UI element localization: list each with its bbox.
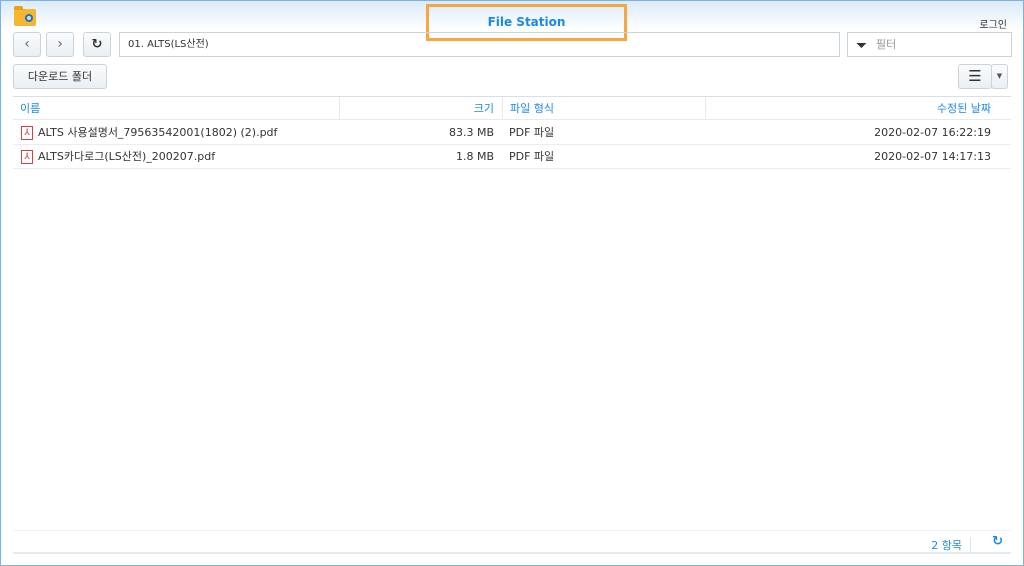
column-modified[interactable]: 수정된 날짜 — [705, 97, 991, 120]
file-station-logo-icon — [14, 6, 36, 26]
login-link[interactable]: 로그인 — [979, 16, 1007, 31]
download-folder-button[interactable]: 다운로드 폴더 — [13, 64, 107, 89]
pdf-file-icon: ⅄ — [21, 150, 33, 164]
file-row[interactable]: ⅄ ALTS카다로그(LS산전)_200207.pdf 1.8 MB PDF 파… — [13, 145, 1011, 169]
view-mode-button[interactable]: ☰ — [958, 64, 992, 89]
path-input[interactable]: 01. ALTS(LS산전) — [119, 32, 840, 57]
chevron-right-icon: › — [57, 36, 63, 52]
column-type[interactable]: 파일 형식 — [502, 97, 705, 120]
column-name[interactable]: 이름 — [20, 97, 40, 120]
file-name: ALTS카다로그(LS산전)_200207.pdf — [38, 150, 216, 163]
file-row[interactable]: ⅄ ALTS 사용설명서_79563542001(1802) (2).pdf 8… — [13, 121, 1011, 145]
file-type: PDF 파일 — [509, 150, 555, 163]
view-mode-dropdown[interactable]: ▼ — [991, 64, 1008, 89]
status-bar: 2 항목 ↻ — [13, 530, 1011, 554]
pdf-file-icon: ⅄ — [21, 126, 33, 140]
refresh-button[interactable]: ↻ — [83, 32, 111, 57]
refresh-icon[interactable]: ↻ — [992, 534, 1003, 549]
file-modified: 2020-02-07 16:22:19 — [874, 126, 991, 139]
filter-input[interactable]: ⏷ 필터 — [847, 32, 1012, 57]
file-size: 83.3 MB — [448, 126, 494, 139]
list-view-icon: ☰ — [968, 67, 982, 85]
column-size[interactable]: 크기 — [339, 97, 502, 120]
filter-placeholder: 필터 — [876, 38, 897, 51]
file-list-header: 이름 크기 파일 형식 수정된 날짜 — [13, 96, 1011, 120]
item-count: 2 항목 — [931, 537, 971, 553]
filter-icon: ⏷ — [856, 38, 868, 54]
forward-button[interactable]: › — [46, 32, 74, 57]
back-button[interactable]: ‹ — [13, 32, 41, 57]
caret-down-icon: ▼ — [996, 72, 1003, 80]
file-type: PDF 파일 — [509, 126, 555, 139]
refresh-icon: ↻ — [91, 37, 103, 52]
file-modified: 2020-02-07 14:17:13 — [874, 150, 991, 163]
file-name: ALTS 사용설명서_79563542001(1802) (2).pdf — [38, 126, 278, 139]
file-size: 1.8 MB — [455, 150, 494, 163]
chevron-left-icon: ‹ — [24, 36, 30, 52]
